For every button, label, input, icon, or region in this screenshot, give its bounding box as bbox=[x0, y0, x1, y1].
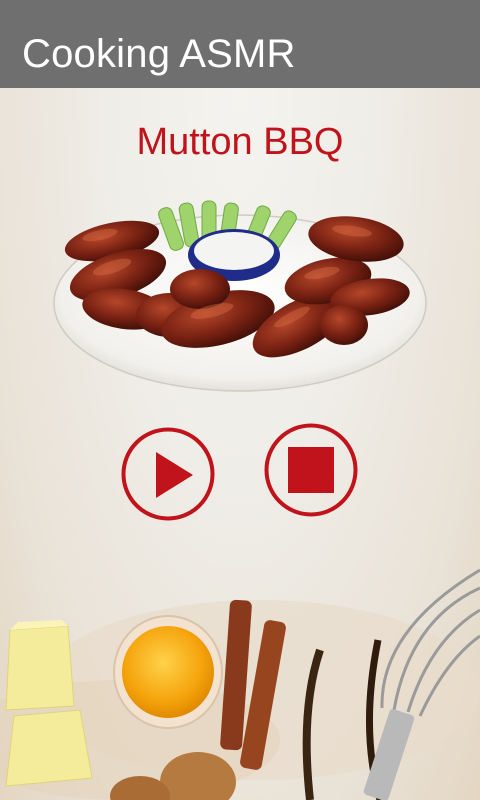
dish-image bbox=[53, 200, 427, 392]
recipe-title: Mutton BBQ bbox=[136, 121, 344, 163]
ingredients-decoration bbox=[0, 568, 480, 800]
play-icon bbox=[156, 452, 193, 498]
play-button[interactable] bbox=[121, 427, 215, 521]
app-title: Cooking ASMR bbox=[22, 32, 296, 76]
stop-button[interactable] bbox=[264, 423, 358, 517]
stop-icon bbox=[288, 447, 334, 493]
app-bar: Cooking ASMR bbox=[0, 0, 480, 88]
